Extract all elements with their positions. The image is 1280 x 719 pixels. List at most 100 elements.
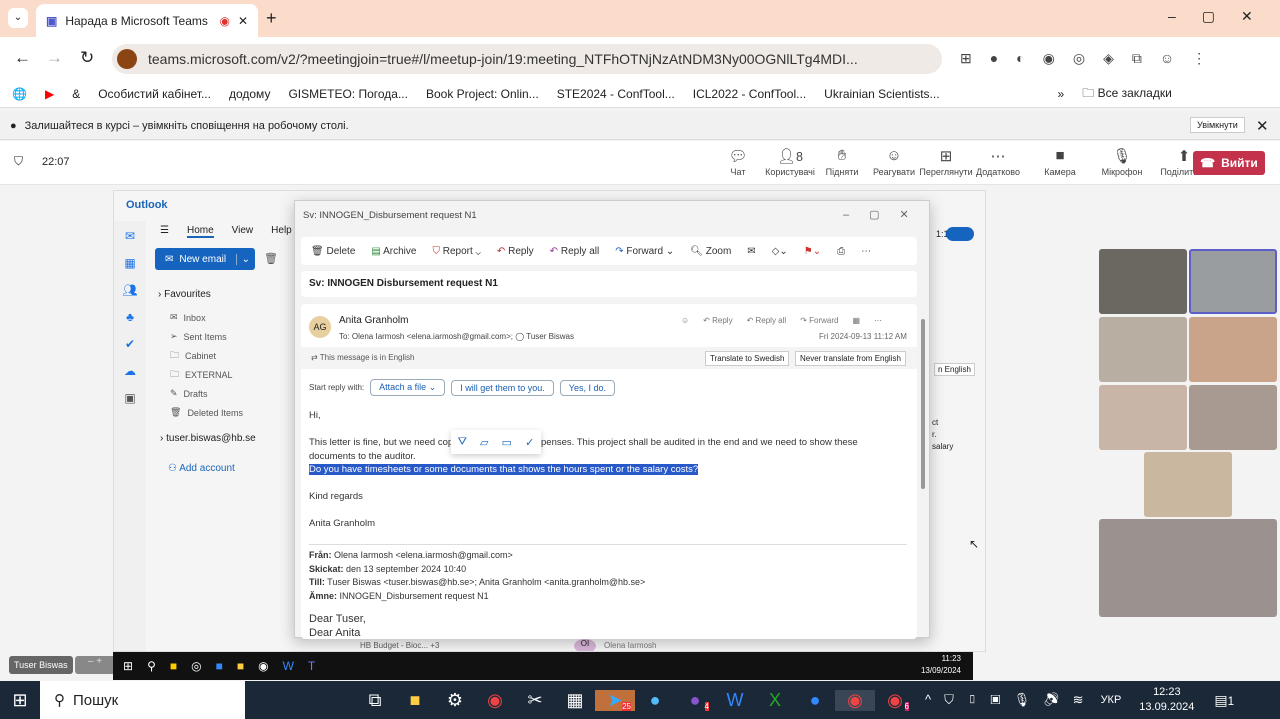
folder-cabinet[interactable]: 🗀 Cabinet — [114, 346, 294, 365]
new-tab-button[interactable]: + — [266, 8, 277, 29]
report-button[interactable]: ⛉ Report ⌄ — [432, 246, 480, 257]
video-tile[interactable] — [1099, 385, 1187, 450]
print-icon[interactable]: ⎙ — [837, 246, 845, 257]
read-icon[interactable]: ✉ — [747, 246, 755, 257]
camera-button[interactable]: ■ Камера — [1034, 147, 1086, 177]
more-icon[interactable]: ⋯ — [874, 316, 882, 325]
calendar-icon[interactable]: ▦ — [124, 256, 135, 270]
viber-icon[interactable]: ● 4 — [675, 690, 715, 711]
reply-all-link[interactable]: ↶ Reply all — [747, 316, 787, 325]
forward-link[interactable]: ↷ Forward — [800, 316, 838, 325]
video-tile[interactable] — [1189, 385, 1277, 450]
reply-link[interactable]: ↶ Reply — [703, 316, 732, 325]
all-bookmarks[interactable]: 🗀 Все закладки — [1082, 84, 1172, 105]
react-button[interactable]: ☺ Реагувати — [868, 147, 920, 177]
app-24-icon[interactable]: ● — [635, 690, 675, 711]
bookmark[interactable]: Особистий кабінет... — [98, 87, 211, 101]
chrome-profile-icon[interactable]: ◉ — [835, 689, 875, 711]
reply-button[interactable]: ↶ Reply — [497, 246, 534, 257]
tab-view[interactable]: View — [232, 225, 254, 238]
raise-hand-button[interactable]: ✋︎ Підняти — [816, 147, 868, 177]
delete-icon[interactable]: 🗑︎ — [264, 252, 278, 265]
toggle-switch[interactable] — [946, 227, 974, 241]
settings-icon[interactable]: ⚙ — [435, 690, 475, 711]
people-icon[interactable]: 👥︎ — [122, 283, 137, 297]
folder-deleted[interactable]: 🗑︎ Deleted Items — [114, 403, 294, 422]
language-indicator[interactable]: УКР — [1101, 694, 1122, 706]
video-tile[interactable] — [1099, 317, 1187, 382]
attach-file-suggestion[interactable]: Attach a file ⌄ — [370, 379, 446, 396]
view-button[interactable]: ⊞ Переглянути — [919, 147, 972, 177]
bookmark[interactable]: GISMETEO: Погода... — [288, 87, 408, 101]
close-tab-icon[interactable]: ✕ — [238, 14, 248, 28]
delete-button[interactable]: 🗑︎ Delete — [311, 246, 355, 257]
folder-sent[interactable]: ➢ Sent Items — [114, 327, 294, 346]
explorer-icon[interactable]: ■ — [395, 690, 435, 711]
archive-button[interactable]: ▤ Archive — [371, 246, 416, 257]
highlight-icon[interactable]: ⛛ — [458, 436, 467, 449]
video-tile[interactable] — [1189, 317, 1277, 382]
app-icon[interactable]: & — [72, 87, 80, 101]
video-tile[interactable] — [1144, 452, 1232, 517]
video-tile[interactable] — [1099, 519, 1277, 617]
forward-button[interactable]: ↷ Forward ⌄ — [615, 246, 674, 257]
window-controls[interactable]: –▢✕ — [1168, 8, 1279, 25]
selected-text[interactable]: Do you have timesheets or some documents… — [309, 464, 699, 475]
task-view-icon[interactable]: ⧉ — [355, 690, 395, 711]
scrollbar[interactable] — [921, 319, 925, 489]
note-icon[interactable]: ▱ — [480, 436, 488, 449]
enable-notifications-button[interactable]: Увімкнути — [1190, 117, 1245, 133]
chrome-icon[interactable]: ◉ — [475, 690, 515, 711]
globe-icon[interactable]: 🌐 — [12, 87, 27, 101]
chevron-down-icon[interactable]: ⌄ — [235, 253, 255, 265]
youtube-icon[interactable]: ▶ — [45, 87, 54, 101]
telegram-icon[interactable]: ➤ 25 — [595, 689, 635, 711]
translate-button[interactable]: Translate to Swedish — [705, 351, 790, 366]
account-item[interactable]: › tuser.biswas@hb.se — [160, 433, 256, 444]
emoji-icon[interactable]: ☺ — [681, 316, 689, 325]
bookmark[interactable]: Book Project: Onlin... — [426, 87, 539, 101]
reload-icon[interactable]: ↻ — [80, 48, 94, 68]
start-icon[interactable]: ⊞ — [0, 690, 40, 711]
mic-button[interactable]: 🎙︎ Мікрофон — [1096, 147, 1148, 177]
tab-help[interactable]: Help — [271, 225, 292, 238]
tab-list-button[interactable]: ⌄ — [8, 8, 28, 28]
never-translate-button[interactable]: Never translate from English — [795, 351, 906, 366]
back-icon[interactable]: ← — [14, 48, 31, 68]
word-icon[interactable]: W — [715, 690, 755, 711]
reply-suggestion[interactable]: I will get them to you. — [451, 379, 554, 396]
bookmark[interactable]: ICL2022 - ConfTool... — [693, 87, 806, 101]
apps-icon[interactable]: ▦ — [852, 316, 860, 325]
check-icon[interactable]: ✓ — [525, 436, 534, 449]
bookmark[interactable]: додому — [229, 87, 270, 101]
folder-inbox[interactable]: ✉ Inbox — [114, 308, 294, 327]
tray-icons[interactable]: ^⛉▯▣🎙︎🔊︎≋ — [925, 692, 1097, 708]
extension-icons[interactable]: ⊞●◐◉◎◈⧉☺⋮ — [960, 50, 1224, 67]
close-icon[interactable]: ✕ — [1256, 117, 1269, 135]
folder-external[interactable]: 🗀 EXTERNAL — [114, 365, 294, 384]
zoom-controls[interactable]: – + — [75, 656, 115, 674]
bookmark[interactable]: Ukrainian Scientists... — [824, 87, 939, 101]
window-controls[interactable]: –▢✕ — [843, 208, 929, 221]
bookmark[interactable]: STE2024 - ConfTool... — [557, 87, 675, 101]
more-icon[interactable]: ⋯ — [861, 246, 871, 257]
video-tile[interactable] — [1099, 249, 1187, 314]
notifications-icon[interactable]: ▤1 — [1214, 692, 1234, 709]
snipping-icon[interactable]: ✂ — [515, 690, 555, 711]
chrome-icon-2[interactable]: ◉ 6 — [875, 690, 915, 711]
zoom-button[interactable]: 🔍︎ Zoom — [690, 246, 731, 257]
leave-button[interactable]: ☎ Вийти — [1193, 151, 1265, 175]
flag-icon[interactable]: ⚑⌄ — [804, 246, 821, 257]
more-bookmarks-icon[interactable]: » — [1058, 87, 1065, 101]
new-email-button[interactable]: ✉ New email ⌄ — [155, 248, 255, 270]
zoom-icon[interactable]: ● — [795, 690, 835, 711]
folder-drafts[interactable]: ✎ Drafts — [114, 384, 294, 403]
chat-button[interactable]: 💬︎ Чат — [712, 147, 764, 177]
mail-icon[interactable]: ✉ — [125, 229, 135, 243]
menu-icon[interactable]: ☰ — [160, 225, 169, 238]
add-account-link[interactable]: ⚇ Add account — [168, 463, 235, 474]
url-bar[interactable]: teams.microsoft.com/v2/?meetingjoin=true… — [112, 44, 942, 74]
excel-icon[interactable]: X — [755, 690, 795, 711]
calculator-icon[interactable]: ▦ — [555, 690, 595, 711]
browser-tab[interactable]: ▣ Нарада в Microsoft Teams ◉ ✕ — [36, 4, 258, 37]
